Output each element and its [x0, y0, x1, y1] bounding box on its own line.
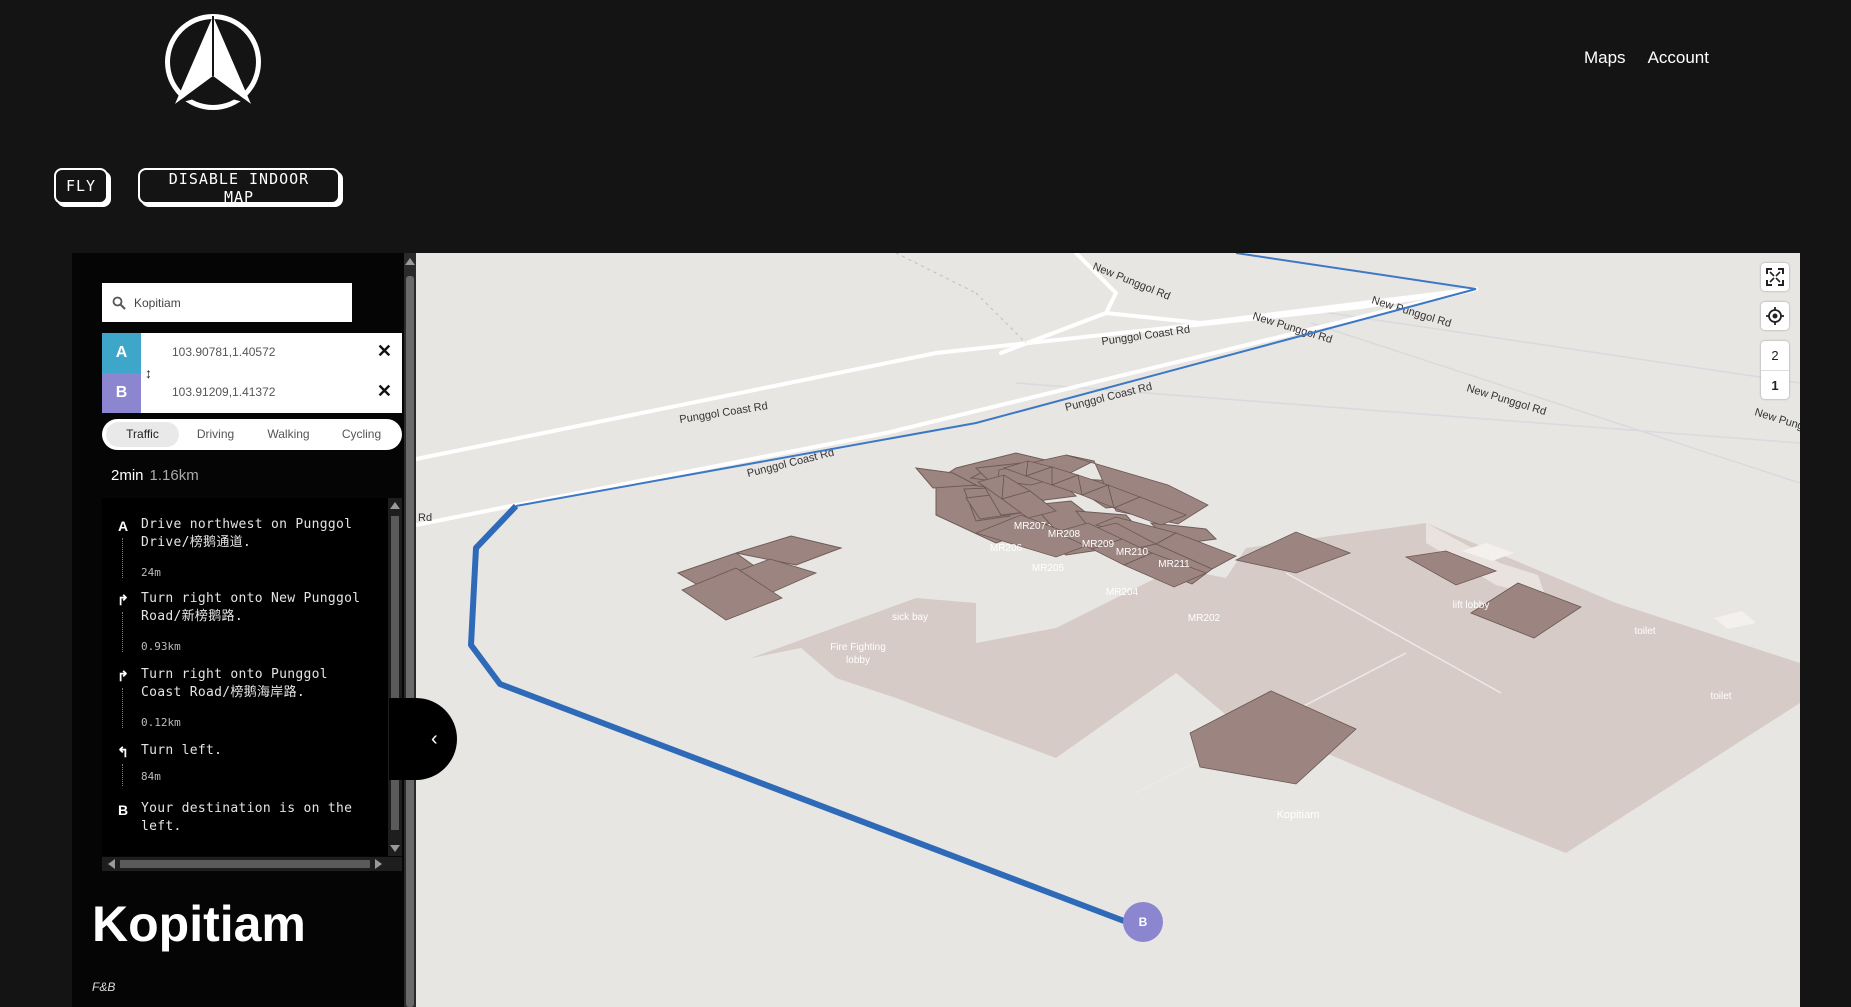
turn-left-icon: ↰: [117, 744, 129, 760]
step-connector: [122, 688, 123, 728]
locate-me-button[interactable]: [1761, 302, 1789, 330]
step-length: 0.12km: [141, 716, 181, 729]
step-instruction: Turn right onto New Punggol Road/新榜鹅路.: [141, 591, 361, 624]
logo[interactable]: [160, 12, 266, 112]
road-label: Rd: [418, 512, 432, 524]
room-label: toilet: [1634, 626, 1655, 637]
waypoints: A 103.90781,1.40572 ✕ ↕ B 103.91209,1.41…: [102, 333, 402, 413]
steps-scroll-thumb[interactable]: [391, 516, 399, 830]
route-steps-list[interactable]: A Drive northwest on Punggol Drive/榜鹅通道.…: [102, 498, 388, 856]
waypoint-b-coords[interactable]: 103.91209,1.41372: [172, 385, 275, 399]
compass-logo-icon: [165, 14, 261, 110]
tab-cycling[interactable]: Cycling: [325, 422, 398, 447]
search-icon: [112, 296, 126, 310]
room-label: MR207: [1014, 521, 1047, 532]
end-marker-icon: B: [117, 802, 129, 818]
locate-icon: [1766, 307, 1784, 325]
steps-horizontal-scrollbar[interactable]: [102, 857, 402, 871]
travel-mode-tabs: Traffic Driving Walking Cycling: [102, 419, 402, 450]
step-length: 24m: [141, 566, 161, 579]
room-label: MR204: [1106, 587, 1139, 598]
search-box[interactable]: [102, 283, 352, 322]
floor-selector: 2 1: [1761, 341, 1789, 399]
place-title: Kopitiam: [92, 896, 306, 952]
route-summary: 2min 1.16km: [111, 467, 199, 484]
map-layer: New Punggol Rd New Punggol Rd New Punggo…: [416, 253, 1800, 924]
floor-1-button[interactable]: 1: [1761, 370, 1789, 400]
road-label: Punggol Coast Rd: [1101, 324, 1191, 348]
swap-waypoints-icon[interactable]: ↕: [145, 365, 152, 381]
room-label: MR211: [1158, 559, 1190, 570]
nav-maps[interactable]: Maps: [1584, 48, 1626, 68]
turn-right-icon: ↱: [117, 592, 129, 608]
steps-vertical-scrollbar[interactable]: [388, 498, 402, 856]
step-connector: [122, 764, 123, 786]
room-label: MR210: [1116, 547, 1149, 558]
remove-waypoint-b-icon[interactable]: ✕: [377, 381, 392, 402]
remove-waypoint-a-icon[interactable]: ✕: [377, 341, 392, 362]
road-label: New Punggol Rd: [1465, 382, 1547, 418]
room-label: Kopitiam: [1277, 809, 1320, 821]
scroll-right-icon[interactable]: [375, 859, 382, 869]
floor-2-button[interactable]: 2: [1761, 341, 1789, 370]
fullscreen-icon: [1766, 268, 1784, 286]
scroll-down-icon[interactable]: [390, 845, 400, 852]
step-instruction: Turn left.: [141, 743, 223, 758]
waypoint-a-badge: A: [102, 333, 141, 373]
top-nav: Maps Account: [1584, 48, 1709, 68]
search-input[interactable]: [132, 294, 336, 311]
step-instruction: Your destination is on the left.: [141, 801, 353, 834]
room-label: MR208: [1048, 529, 1081, 540]
room-label: MR206: [990, 543, 1023, 554]
room-label: toilet: [1710, 691, 1731, 702]
room-label: MR209: [1082, 539, 1115, 550]
waypoint-a-coords[interactable]: 103.90781,1.40572: [172, 345, 275, 359]
chevron-left-icon: ‹: [431, 728, 438, 750]
route-distance: 1.16km: [149, 467, 199, 484]
scroll-left-icon[interactable]: [108, 859, 115, 869]
step-instruction: Drive northwest on Punggol Drive/榜鹅通道.: [141, 517, 353, 550]
room-label: lift lobby: [1453, 600, 1490, 611]
room-label: Fire Fighting: [830, 642, 886, 653]
panel-scroll-up-icon[interactable]: [405, 258, 415, 265]
step-connector: [122, 612, 123, 652]
step-instruction: Turn right onto Punggol Coast Road/榜鹅海岸路…: [141, 667, 328, 700]
disable-indoor-map-button[interactable]: DISABLE INDOOR MAP: [138, 168, 340, 206]
tab-driving[interactable]: Driving: [179, 422, 252, 447]
step-length: 0.93km: [141, 640, 181, 653]
route-duration: 2min: [111, 467, 144, 484]
turn-right-icon: ↱: [117, 668, 129, 684]
step-length: 84m: [141, 770, 161, 783]
room-label: lobby: [846, 655, 870, 666]
start-marker-icon: A: [117, 518, 129, 534]
tab-traffic[interactable]: Traffic: [106, 422, 179, 447]
room-label: sick bay: [892, 612, 928, 623]
map-canvas[interactable]: New Punggol Rd New Punggol Rd New Punggo…: [416, 253, 1800, 1007]
waypoint-b-badge: B: [102, 373, 141, 413]
step-connector: [122, 538, 123, 578]
room-label: MR202: [1188, 613, 1221, 624]
steps-hscroll-thumb[interactable]: [120, 860, 370, 868]
place-category: F&B: [92, 980, 116, 994]
fly-button[interactable]: FLY: [54, 168, 108, 204]
destination-marker[interactable]: B: [1123, 902, 1163, 942]
fullscreen-button[interactable]: [1761, 263, 1789, 291]
indoor-floor-slab: [751, 523, 1800, 853]
room-label: MR205: [1032, 563, 1065, 574]
scroll-up-icon[interactable]: [390, 502, 400, 509]
nav-account[interactable]: Account: [1648, 48, 1709, 68]
road-label: New Pung: [1753, 406, 1800, 432]
panel-scrollbar-thumb[interactable]: [406, 276, 414, 1007]
tab-walking[interactable]: Walking: [252, 422, 325, 447]
